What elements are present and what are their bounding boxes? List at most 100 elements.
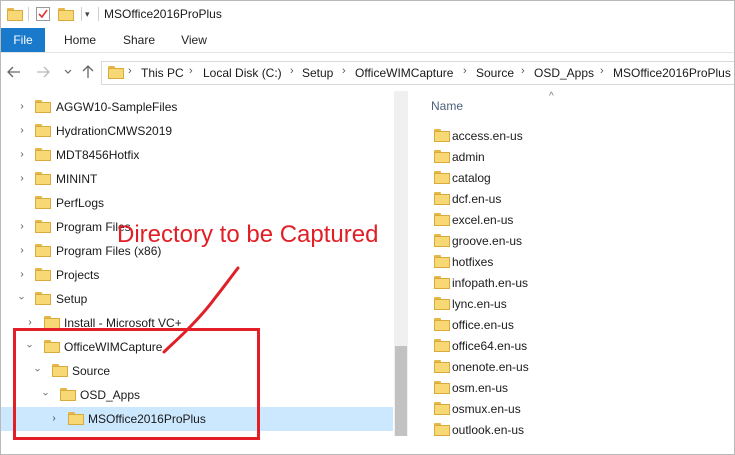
list-item-label: hotfixes (452, 255, 494, 269)
tree-item[interactable]: › Projects (1, 263, 393, 287)
folder-icon (35, 172, 51, 185)
breadcrumb-officewimcapture[interactable]: OfficeWIMCapture (355, 65, 453, 81)
list-item[interactable]: office.en-us (409, 314, 734, 335)
chevron-down-icon[interactable]: › (16, 292, 28, 304)
list-item[interactable]: lync.en-us (409, 293, 734, 314)
list-item[interactable]: catalog (409, 167, 734, 188)
tree-item[interactable]: › Setup (1, 287, 393, 311)
folder-icon (35, 100, 51, 113)
folder-icon (108, 66, 124, 79)
tree-item[interactable]: › AGGW10-SampleFiles (1, 95, 393, 119)
list-item[interactable]: infopath.en-us (409, 272, 734, 293)
breadcrumb-separator-icon[interactable]: › (189, 65, 193, 77)
tree-item-label: HydrationCMWS2019 (56, 124, 173, 138)
address-bar[interactable]: › This PC › Local Disk (C:) › Setup › Of… (101, 61, 734, 85)
title-bar: ▾ MSOffice2016ProPlus (1, 1, 734, 28)
breadcrumb-local-disk[interactable]: Local Disk (C:) (203, 65, 282, 81)
folder-icon (434, 360, 450, 373)
folder-icon (434, 171, 450, 184)
annotation-highlight-box (13, 328, 260, 440)
folder-icon (434, 255, 450, 268)
ribbon-tabs: File Home Share View (1, 28, 734, 53)
chevron-right-icon[interactable]: › (16, 244, 28, 256)
tree-item-label: PerfLogs (56, 196, 105, 210)
breadcrumb-separator-icon[interactable]: › (128, 65, 132, 77)
explorer-window: ▾ MSOffice2016ProPlus File Home Share Vi… (0, 0, 735, 455)
tree-item[interactable]: › MININT (1, 167, 393, 191)
chevron-right-icon[interactable]: › (16, 220, 28, 232)
window-title: MSOffice2016ProPlus (104, 7, 222, 21)
folder-icon (434, 150, 450, 163)
tab-share[interactable]: Share (115, 28, 163, 52)
folder-icon (434, 129, 450, 142)
folder-icon (434, 318, 450, 331)
list-item[interactable]: access.en-us (409, 125, 734, 146)
list-item-label: groove.en-us (452, 234, 523, 248)
breadcrumb-this-pc[interactable]: This PC (141, 65, 184, 81)
list-item-label: outlook.en-us (452, 423, 525, 437)
properties-icon[interactable] (35, 5, 51, 23)
customize-toolbar-icon[interactable]: ▾ (85, 5, 90, 23)
tree-item-label: Projects (56, 268, 100, 282)
breadcrumb-separator-icon[interactable]: › (290, 65, 294, 77)
list-item-label: office64.en-us (452, 339, 528, 353)
tree-item[interactable]: › MDT8456Hotfix (1, 143, 393, 167)
folder-icon (434, 213, 450, 226)
tab-home[interactable]: Home (55, 28, 105, 52)
list-item[interactable]: admin (409, 146, 734, 167)
breadcrumb-separator-icon[interactable]: › (342, 65, 346, 77)
folder-icon (35, 268, 51, 281)
tree-item[interactable]: PerfLogs (1, 191, 393, 215)
sort-ascending-icon: ^ (549, 91, 554, 102)
tree-item[interactable]: › HydrationCMWS2019 (1, 119, 393, 143)
folder-icon (434, 234, 450, 247)
back-arrow-icon[interactable] (5, 63, 23, 81)
list-item[interactable]: outlook.en-us (409, 419, 734, 440)
folder-icon (35, 196, 51, 209)
folder-icon (35, 244, 51, 257)
list-item[interactable]: groove.en-us (409, 230, 734, 251)
forward-arrow-icon[interactable] (34, 63, 52, 81)
folder-icon (35, 148, 51, 161)
chevron-right-icon[interactable]: › (16, 268, 28, 280)
list-item-label: office.en-us (452, 318, 514, 332)
tab-view[interactable]: View (171, 28, 217, 52)
list-item[interactable]: office64.en-us (409, 335, 734, 356)
list-item-label: onenote.en-us (452, 360, 529, 374)
chevron-right-icon[interactable]: › (16, 124, 28, 136)
list-item[interactable]: onenote.en-us (409, 356, 734, 377)
folder-icon (35, 292, 51, 305)
folder-icon (434, 276, 450, 289)
tab-file[interactable]: File (1, 28, 45, 52)
list-item[interactable]: osm.en-us (409, 377, 734, 398)
breadcrumb-source[interactable]: Source (476, 65, 514, 81)
list-item[interactable]: excel.en-us (409, 209, 734, 230)
breadcrumb-separator-icon[interactable]: › (521, 65, 525, 77)
list-item-label: dcf.en-us (452, 192, 502, 206)
recent-locations-chevron-icon[interactable] (59, 63, 77, 81)
annotation-label: Directory to be Captured (117, 221, 379, 248)
breadcrumb-setup[interactable]: Setup (302, 65, 333, 81)
tree-item-label: Setup (56, 292, 88, 306)
list-item[interactable]: dcf.en-us (409, 188, 734, 209)
folder-icon (434, 381, 450, 394)
list-item-label: access.en-us (452, 129, 523, 143)
chevron-right-icon[interactable]: › (16, 100, 28, 112)
file-list: ^ Name access.en-us admin catalog dcf.en… (409, 91, 734, 454)
breadcrumb-separator-icon[interactable]: › (600, 65, 604, 77)
list-item[interactable]: hotfixes (409, 251, 734, 272)
chevron-right-icon[interactable]: › (16, 148, 28, 160)
column-header-name[interactable]: Name (431, 99, 463, 113)
chevron-right-icon[interactable]: › (24, 316, 36, 328)
chevron-right-icon[interactable]: › (16, 172, 28, 184)
folder-icon (434, 297, 450, 310)
new-folder-icon[interactable] (58, 5, 74, 23)
breadcrumb-separator-icon[interactable]: › (463, 65, 467, 77)
folder-icon (7, 5, 23, 23)
up-arrow-icon[interactable] (79, 63, 97, 81)
tree-item-label: MDT8456Hotfix (56, 148, 140, 162)
breadcrumb-osd-apps[interactable]: OSD_Apps (534, 65, 594, 81)
breadcrumb-msoffice2016proplus[interactable]: MSOffice2016ProPlus (613, 65, 731, 81)
list-item[interactable]: osmux.en-us (409, 398, 734, 419)
tree-scrollbar-thumb[interactable] (395, 346, 407, 436)
